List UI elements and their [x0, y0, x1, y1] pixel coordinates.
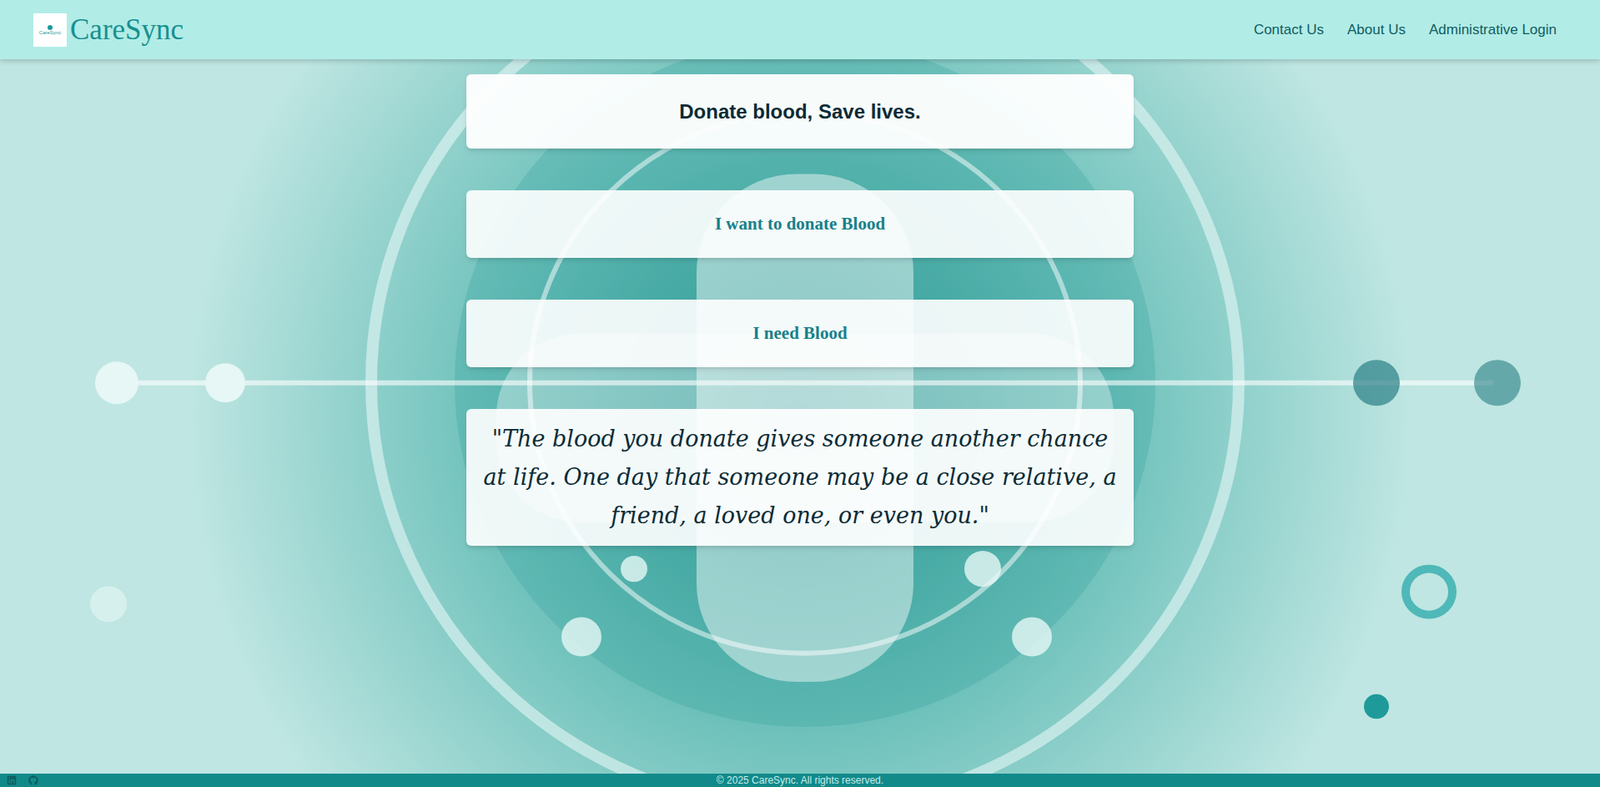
quote-card: "The blood you donate gives someone anot… — [466, 408, 1134, 546]
copyright: © 2025 CareSync. All rights reserved. — [716, 774, 884, 785]
main: Donate blood, Save lives. I want to donat… — [0, 59, 1600, 774]
linkedin-icon[interactable] — [6, 774, 17, 785]
logo-icon: CareSync — [33, 13, 67, 47]
page: CareSyncCareSync Contact Us About Us Admini… — [0, 0, 1600, 787]
nav: Contact Us About Us Administrative Login — [1253, 19, 1567, 41]
footer: © 2025 CareSync. All rights reserved. — [0, 773, 1600, 787]
action-button[interactable]: I want to donate Blood — [466, 190, 1134, 258]
github-icon[interactable] — [28, 774, 39, 785]
brand-name: CareSync — [70, 15, 184, 45]
nav-link[interactable]: About Us — [1347, 19, 1406, 41]
header: CareSyncCareSync Contact Us About Us Admini… — [0, 0, 1600, 60]
tagline-card: Donate blood, Save lives. — [466, 74, 1134, 149]
nav-link[interactable]: Contact Us — [1253, 19, 1324, 41]
nav-link[interactable]: Administrative Login — [1428, 19, 1557, 41]
brand[interactable]: CareSyncCareSync — [33, 13, 184, 47]
action-button[interactable]: I need Blood — [466, 299, 1134, 368]
